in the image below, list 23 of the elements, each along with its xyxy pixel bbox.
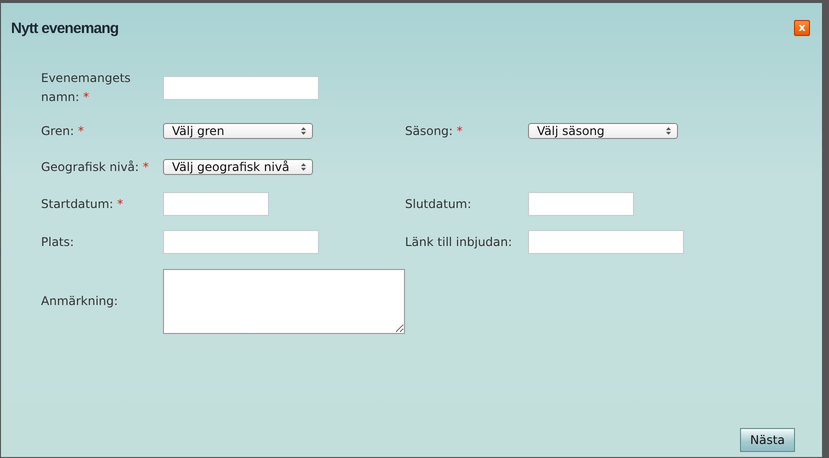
field-label: Plats: [41,234,75,250]
next-button[interactable]: Nästa [740,428,795,452]
field-label: Säsong: * [405,122,464,140]
field-label: Gren: * [41,122,85,140]
dropdown[interactable]: Välj gren [163,123,313,139]
field-label: Geografisk nivå: * [41,158,150,176]
input-field[interactable] [528,230,684,254]
updown-arrows-icon [301,163,306,171]
input-field[interactable] [163,230,319,254]
field-label: Startdatum: * [41,196,124,212]
updown-arrows-icon [301,127,306,135]
updown-arrows-icon [666,127,671,135]
field-label: Länk till inbjudan: [405,234,514,250]
input-field[interactable] [163,76,319,100]
dropdown[interactable]: Välj geografisk nivå [163,159,313,175]
input-field[interactable] [163,192,269,216]
dropdown[interactable]: Välj säsong [528,123,678,139]
input-field[interactable] [528,192,634,216]
field-label: Slutdatum: [405,196,472,212]
field-label: Evenemangets namn: * [41,70,132,106]
text-area[interactable] [163,268,405,334]
dialog-title: Nytt evenemang [11,20,118,36]
field-label: Anmärkning: [41,292,119,310]
